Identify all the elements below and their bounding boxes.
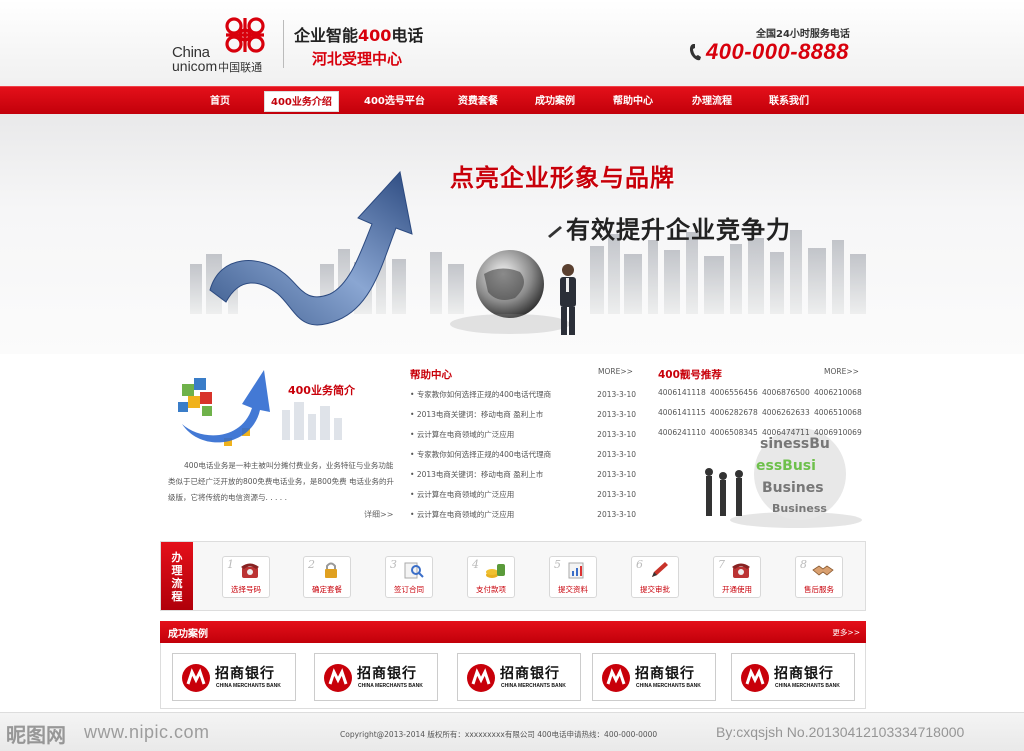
nav-item-number-platform[interactable]: 400选号平台 [358,91,431,112]
pen-icon [652,562,668,577]
svg-text:Busines: Busines [762,480,824,496]
help-center-panel: 帮助中心 MORE>> • 专家教你如何选择正规的400电话代理商 2013-3-… [408,358,640,533]
list-item[interactable]: • 2013电商关键词：移动电商 盈利上市 2013-3-10 [410,410,638,430]
case-card[interactable]: 招商银行 CHINA MERCHANTS BANK [314,653,438,701]
logo-divider [283,20,284,68]
svg-text:essBusi: essBusi [756,458,816,474]
nav-item-contact[interactable]: 联系我们 [763,91,815,112]
list-item[interactable]: • 专家教你如何选择正规的400电话代理商 2013-3-10 [410,390,638,410]
number-item[interactable]: 4006510068 [814,408,864,417]
globe [450,250,570,334]
nav-item-cases[interactable]: 成功案例 [529,91,581,112]
subtitle: 河北受理中心 [312,50,403,68]
hero-banner: 点亮企业形象与品牌 有效提升企业竞争力 [0,114,1024,354]
hotline-number[interactable]: 400-000-8888 [706,39,849,65]
phone-icon [732,563,750,578]
nav-item-help[interactable]: 帮助中心 [607,91,659,112]
numbers-title: 400靓号推荐 [658,369,722,381]
banner-title-1: 点亮企业形象与品牌 [450,164,675,192]
step-sign-contract[interactable]: 3 签订合同 [385,556,433,598]
brand-line2: unicom中国联通 [172,58,263,74]
cases-box: 招商银行 CHINA MERCHANTS BANK 招商银行 CHINA MER… [160,643,866,709]
help-list: • 专家教你如何选择正规的400电话代理商 2013-3-10 • 2013电商关… [410,390,638,530]
number-item[interactable]: 4006910069 [814,428,864,437]
svg-text:Business: Business [772,502,827,515]
cmb-logo-icon [741,664,769,692]
step-submit-docs[interactable]: 5 提交资料 [549,556,597,598]
process-label: 办理流程 [161,542,193,610]
content-row: 400业务简介 400电话业务是一种主被叫分摊付费业务，业务特征与业务功能类似于… [160,358,866,533]
number-item[interactable]: 4006282678 [710,408,760,417]
nav-item-home[interactable]: 首页 [204,91,236,112]
number-item[interactable]: 4006241110 [658,428,708,437]
case-card[interactable]: 招商银行 CHINA MERCHANTS BANK [731,653,855,701]
list-item[interactable]: • 云计算在电商领域的广泛应用 2013-3-10 [410,490,638,510]
intro-more-link[interactable]: 详细>> [364,509,393,520]
list-item[interactable]: • 专家教你如何选择正规的400电话代理商 2013-3-10 [410,450,638,470]
header: China unicom中国联通 企业智能400电话 河北受理中心 全国24小时… [0,0,1024,86]
help-more-link[interactable]: MORE>> [598,367,633,376]
number-item[interactable]: 4006474711 [762,428,812,437]
cmb-logo-icon [182,664,210,692]
intro-illustration [178,370,342,446]
number-item[interactable]: 4006876500 [762,388,812,397]
list-item[interactable]: • 云计算在电商领域的广泛应用 2013-3-10 [410,430,638,450]
intro-panel: 400业务简介 400电话业务是一种主被叫分摊付费业务，业务特征与业务功能类似于… [160,358,396,533]
list-item[interactable]: • 2013电商关键词：移动电商 盈利上市 2013-3-10 [410,470,638,490]
nav-item-400-intro[interactable]: 400业务介绍 [264,91,339,112]
people-figures [705,468,743,516]
intro-title: 400业务简介 [288,384,355,397]
phone-icon [241,563,259,578]
footer-copyright: Copyright@2013-2014 版权所有：xxxxxxxxx有限公司 4… [340,730,658,739]
case-card[interactable]: 招商银行 CHINA MERCHANTS BANK [172,653,296,701]
help-title: 帮助中心 [410,369,452,381]
number-item[interactable]: 4006141115 [658,408,708,417]
watermark-left: 昵图网 [6,723,66,747]
step-pay[interactable]: 4 支付款项 [467,556,515,598]
banner-title-2: 有效提升企业竞争力 [566,216,791,244]
step-activate[interactable]: 7 开通使用 [713,556,761,598]
contract-search-icon [404,562,424,579]
nav-item-pricing[interactable]: 资费套餐 [452,91,504,112]
step-select-number[interactable]: 1 选择号码 [222,556,270,598]
hotline-label: 全国24小时服务电话 [756,29,850,40]
numbers-more-link[interactable]: MORE>> [824,367,859,376]
cases-title: 成功案例 [168,629,208,640]
process-bar: 办理流程 1 选择号码 2 确定套餐 3 签订合同 4 支付款项 5 提交资料 … [160,541,866,611]
cases-header: 成功案例 更多>> [160,621,866,643]
cmb-logo-icon [467,664,495,692]
watermark-right: By:cxqsjsh No.20130412103334718000 [716,724,965,740]
money-icon [486,564,505,578]
cmb-logo-icon [602,664,630,692]
chart-doc-icon [568,562,584,579]
banner-illustration [190,170,866,335]
svg-text:sinessBu: sinessBu [760,436,830,452]
number-item[interactable]: 4006141118 [658,388,708,397]
china-unicom-knot-logo [225,17,265,53]
main-nav: 首页 400业务介绍 400选号平台 资费套餐 成功案例 帮助中心 办理流程 联… [0,86,1024,114]
pen-decoration [548,226,562,238]
handshake-icon [812,565,834,576]
step-submit-approval[interactable]: 6 提交审批 [631,556,679,598]
step-after-sales[interactable]: 8 售后服务 [795,556,843,598]
cases-more-link[interactable]: 更多>> [832,627,860,638]
cmb-logo-icon [324,664,352,692]
nav-item-process[interactable]: 办理流程 [686,91,738,112]
intro-text: 400电话业务是一种主被叫分摊付费业务，业务特征与业务功能类似于已经广泛开放的8… [168,461,395,502]
premium-numbers-panel: sinessBu essBusi Busines Business 400靓号推… [652,358,866,533]
number-item[interactable]: 4006508345 [710,428,760,437]
number-item[interactable]: 4006556456 [710,388,760,397]
step-confirm-package[interactable]: 2 确定套餐 [303,556,351,598]
list-item[interactable]: • 云计算在电商领域的广泛应用 2013-3-10 [410,510,638,530]
lock-icon [325,562,337,578]
number-item[interactable]: 4006262633 [762,408,812,417]
slogan: 企业智能400电话 [294,26,424,45]
brand-cn: 中国联通 [218,62,263,74]
number-item[interactable]: 4006210068 [814,388,864,397]
watermark-url: www.nipic.com [84,722,210,742]
phone-icon [689,44,701,61]
case-card[interactable]: 招商银行 CHINA MERCHANTS BANK [592,653,716,701]
case-card[interactable]: 招商银行 CHINA MERCHANTS BANK [457,653,581,701]
